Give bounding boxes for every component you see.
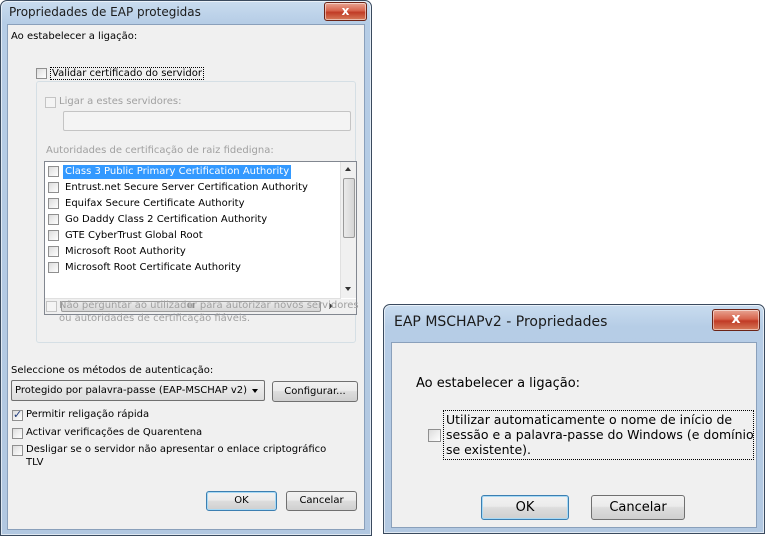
scroll-down-icon[interactable] (345, 287, 351, 291)
ca-item-label: Microsoft Root Authority (65, 246, 186, 257)
auth-method-value: Protegido por palavra-passe (EAP-MSCHAP … (15, 385, 248, 396)
vertical-scrollbar[interactable] (340, 162, 356, 298)
close-button[interactable]: x (712, 309, 760, 331)
ca-list-item[interactable]: Microsoft Root Authority (47, 245, 347, 259)
root-ca-label: Autoridades de certificação de raiz fide… (46, 145, 274, 156)
quarantine-label[interactable]: Activar verificações de Quarentena (26, 427, 202, 438)
no-prompt-checkbox[interactable] (46, 301, 57, 312)
mschapv2-properties-dialog: EAP MSCHAPv2 - Propriedades x Ao estabel… (383, 304, 765, 534)
ca-item-checkbox[interactable] (48, 214, 59, 225)
ca-item-label: GTE CyberTrust Global Root (65, 230, 203, 241)
auth-method-select[interactable]: Protegido por palavra-passe (EAP-MSCHAP … (11, 380, 265, 401)
connect-heading: Ao estabelecer a ligação: (416, 376, 581, 391)
dialog-title: Propriedades de EAP protegidas (9, 5, 201, 19)
ca-list-item[interactable]: Entrust.net Secure Server Certification … (47, 181, 347, 195)
ca-item-label: Equifax Secure Certificate Authority (65, 198, 245, 209)
ca-item-checkbox[interactable] (48, 182, 59, 193)
ca-item-checkbox[interactable] (48, 198, 59, 209)
ca-item-label: Microsoft Root Certificate Authority (65, 262, 241, 273)
vertical-scroll-thumb[interactable] (343, 178, 355, 238)
eap-properties-dialog: Propriedades de EAP protegidas x Ao esta… (0, 0, 372, 536)
validate-cert-label[interactable]: Validar certificado do servidor (50, 67, 204, 80)
auto-logon-checkbox[interactable] (428, 429, 441, 442)
connect-servers-label: Ligar a estes servidores: (59, 96, 182, 107)
ca-item-checkbox[interactable] (48, 246, 59, 257)
dialog-client-area: Ao estabelecer a ligação: Utilizar autom… (391, 342, 757, 528)
close-button[interactable]: x (324, 2, 367, 21)
cancel-button[interactable]: Cancelar (286, 491, 357, 511)
disconnect-tlv-label-line2[interactable]: TLV (26, 457, 43, 468)
close-icon: x (341, 4, 350, 18)
dialog-title: EAP MSCHAPv2 - Propriedades (394, 314, 608, 330)
ca-item-label: Class 3 Public Primary Certification Aut… (63, 165, 292, 179)
quarantine-checkbox[interactable] (12, 428, 23, 439)
ca-item-checkbox[interactable] (48, 166, 59, 177)
scroll-up-icon[interactable] (345, 167, 351, 171)
ca-list-item[interactable]: Class 3 Public Primary Certification Aut… (47, 165, 347, 179)
auth-method-label: Seleccione os métodos de autenticação: (11, 365, 214, 376)
disconnect-tlv-checkbox[interactable] (12, 445, 23, 456)
no-prompt-label-line1: Não perguntar ao utilizador para autoriz… (59, 300, 359, 311)
close-icon: x (731, 311, 741, 327)
ok-button[interactable]: OK (481, 495, 569, 520)
fast-reconnect-checkbox[interactable] (12, 408, 23, 421)
ok-button[interactable]: OK (206, 491, 277, 511)
configure-button[interactable]: Configurar... (272, 381, 358, 402)
auto-logon-label-line1: Utilizar automaticamente o nome de iníci… (446, 412, 733, 427)
no-prompt-label-line2: ou autoridades de certificação fiáveis. (59, 313, 251, 324)
chevron-down-icon (252, 389, 258, 393)
ca-list-item[interactable]: GTE CyberTrust Global Root (47, 229, 347, 243)
auto-logon-label[interactable]: Utilizar automaticamente o nome de iníci… (443, 410, 754, 460)
fast-reconnect-label[interactable]: Permitir religação rápida (26, 409, 149, 420)
ca-item-checkbox[interactable] (48, 262, 59, 273)
auto-logon-label-line3: se existente). (446, 442, 531, 457)
cancel-button[interactable]: Cancelar (591, 495, 685, 520)
connect-heading: Ao estabelecer a ligação: (11, 31, 138, 42)
ca-list-item[interactable]: Equifax Secure Certificate Authority (47, 197, 347, 211)
ca-item-checkbox[interactable] (48, 230, 59, 241)
disconnect-tlv-label-line1[interactable]: Desligar se o servidor não apresentar o … (26, 444, 326, 455)
ca-listbox[interactable]: Class 3 Public Primary Certification Aut… (44, 161, 357, 315)
ca-item-label: Go Daddy Class 2 Certification Authority (65, 214, 268, 225)
validate-cert-checkbox[interactable] (36, 68, 47, 79)
auto-logon-label-line2: sessão e a palavra-passe do Windows (e d… (446, 427, 754, 442)
dialog-client-area: Ao estabelecer a ligação: Validar certif… (7, 24, 365, 530)
ca-item-label: Entrust.net Secure Server Certification … (65, 182, 308, 193)
servers-input[interactable] (63, 111, 351, 131)
ca-list-item[interactable]: Microsoft Root Certificate Authority (47, 261, 347, 275)
ca-list-item[interactable]: Go Daddy Class 2 Certification Authority (47, 213, 347, 227)
connect-servers-checkbox[interactable] (45, 97, 56, 108)
